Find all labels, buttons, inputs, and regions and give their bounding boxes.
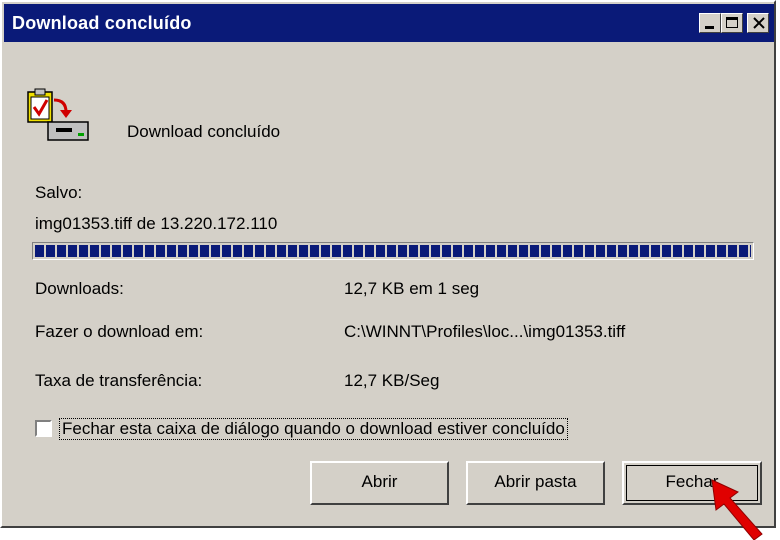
maximize-button[interactable]	[721, 13, 743, 33]
red-arrow-cursor-icon	[711, 479, 763, 540]
saved-file-source: img01353.tiff de 13.220.172.110	[35, 214, 278, 233]
open-folder-button[interactable]: Abrir pasta	[466, 461, 605, 505]
maximize-icon	[726, 17, 738, 28]
minimize-icon	[705, 26, 714, 29]
open-button[interactable]: Abrir	[310, 461, 449, 505]
title-bar[interactable]: Download concluído	[4, 4, 774, 42]
header-status-text: Download concluído	[127, 122, 281, 141]
saved-label: Salvo:	[35, 183, 83, 202]
transfer-rate-value: 12,7 KB/Seg	[344, 371, 440, 390]
download-complete-icon	[27, 88, 89, 141]
download-complete-dialog: Download concluído Download concluído Sa…	[0, 0, 776, 528]
close-icon	[753, 17, 765, 29]
download-location-label: Fazer o download em:	[35, 322, 204, 341]
download-progress-bar	[32, 242, 754, 260]
download-location-value: C:\WINNT\Profiles\loc...\img01353.tiff	[344, 322, 626, 341]
downloads-value: 12,7 KB em 1 seg	[344, 279, 480, 298]
progress-fill	[35, 245, 751, 257]
close-when-done-label[interactable]: Fechar esta caixa de diálogo quando o do…	[59, 418, 568, 440]
close-window-button[interactable]	[747, 13, 769, 33]
minimize-button[interactable]	[699, 13, 721, 33]
window-title: Download concluído	[12, 13, 192, 33]
downloads-label: Downloads:	[35, 279, 124, 298]
transfer-rate-label: Taxa de transferência:	[35, 371, 203, 390]
close-when-done-checkbox[interactable]	[35, 420, 52, 437]
